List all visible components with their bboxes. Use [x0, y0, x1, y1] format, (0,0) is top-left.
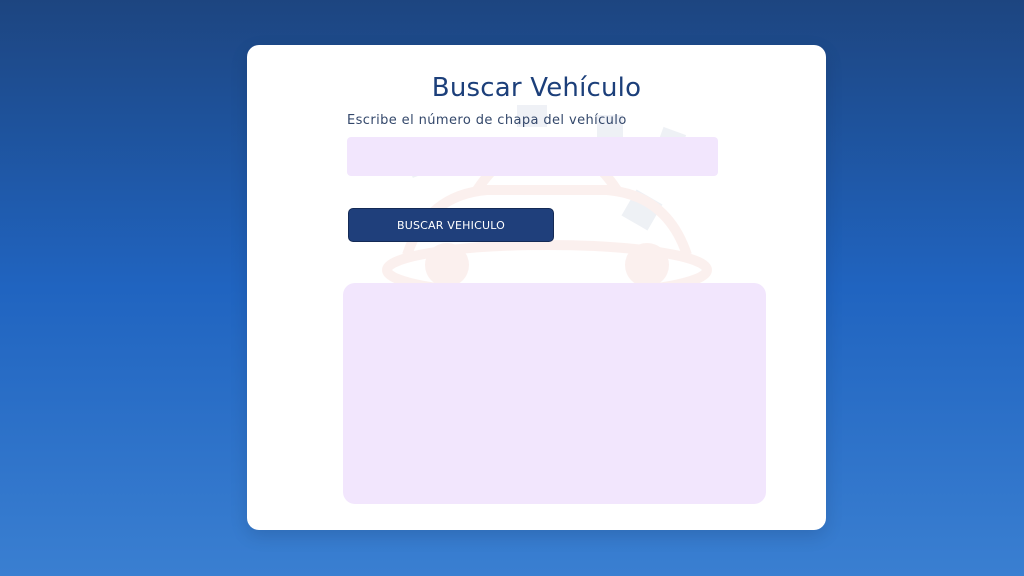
- car-gear-icon: [382, 105, 712, 300]
- plate-number-label: Escribe el número de chapa del vehículo: [347, 113, 627, 128]
- results-panel: [343, 283, 766, 504]
- page-title: Buscar Vehículo: [431, 73, 642, 103]
- search-card: Buscar Vehículo Escribe el número de cha…: [247, 45, 826, 530]
- search-vehicle-button[interactable]: BUSCAR VEHICULO: [348, 208, 554, 242]
- plate-number-input[interactable]: [347, 137, 718, 176]
